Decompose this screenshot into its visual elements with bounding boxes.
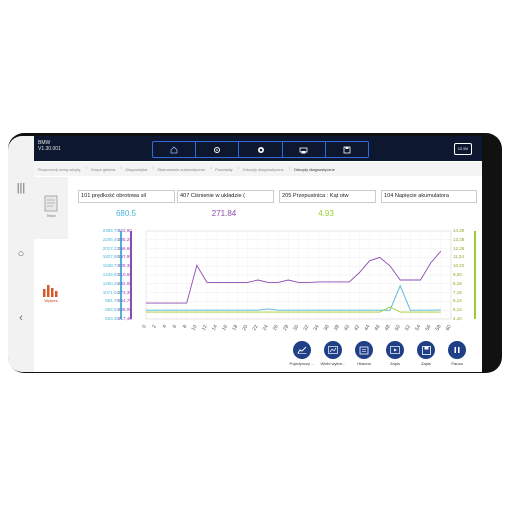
recent-apps-icon[interactable]: |||: [8, 182, 34, 194]
y-tick-right: 5,12: [453, 307, 462, 313]
y-tick-right: 13,28: [453, 236, 465, 242]
y-tick-left1: 881,78: [105, 298, 119, 304]
x-tick-label: 12: [201, 324, 209, 332]
x-tick-label: 56: [424, 324, 432, 332]
x-tick-label: 20: [241, 324, 249, 332]
y-tick-left2: 236,05: [118, 307, 132, 313]
x-tick-label: 28: [282, 324, 290, 332]
y-tick-right: 8,18: [453, 280, 462, 286]
button-label: Historia: [357, 361, 371, 366]
history-icon: [359, 346, 369, 354]
back-icon[interactable]: ‹: [8, 312, 34, 324]
y-tick-right: 12,26: [453, 245, 465, 251]
button-label: Zapis: [421, 361, 431, 366]
y-tick-left1: 1449,50: [102, 272, 119, 277]
y-tick-left1: 1071,02: [102, 289, 119, 295]
y-tick-left1: 1827,98: [102, 254, 119, 260]
button-label: Pojedynczy ...: [289, 361, 315, 366]
pause-icon: [454, 347, 460, 353]
save-data-button[interactable]: Zapis: [409, 341, 443, 366]
y-tick-right: 6,14: [453, 298, 462, 304]
x-tick-label: 16: [221, 324, 229, 332]
y-tick-left2: 347,95: [118, 254, 132, 260]
x-tick-label: 44: [363, 324, 371, 332]
y-tick-left2: 217,40: [118, 316, 132, 321]
x-tick-label: 54: [414, 324, 422, 332]
x-tick-label: 6: [172, 324, 179, 330]
y-tick-left2: 273,35: [118, 289, 132, 295]
record-video-button[interactable]: Zapis: [378, 341, 412, 366]
x-tick-label: 48: [384, 324, 392, 332]
line-chart-icon: [297, 346, 307, 354]
y-tick-left2: 310,65: [118, 272, 132, 277]
x-tick-label: 42: [353, 324, 361, 332]
series-line: [146, 306, 441, 313]
x-tick-label: 24: [262, 324, 270, 332]
x-tick-label: 26: [272, 324, 280, 332]
x-tick-label: 58: [435, 324, 443, 332]
y-tick-left1: 1638,74: [102, 263, 119, 269]
x-tick-label: 50: [394, 324, 402, 332]
pause-button[interactable]: Pauza: [440, 341, 474, 366]
x-tick-label: 18: [231, 324, 239, 332]
y-tick-right: 7,16: [453, 289, 462, 295]
floppy-disk-icon: [421, 345, 431, 355]
y-tick-right: 10,22: [453, 263, 465, 269]
x-tick-label: 36: [323, 324, 331, 332]
y-tick-right: 11,24: [453, 254, 464, 260]
y-tick-left2: 329,30: [118, 263, 132, 269]
x-tick-label: 40: [343, 324, 351, 332]
y-tick-left2: 385,25: [118, 236, 132, 242]
y-tick-left1: 692,54: [105, 307, 119, 313]
x-tick-label: 30: [292, 324, 300, 332]
x-tick-label: 22: [252, 324, 260, 332]
y-tick-left1: 2206,46: [102, 236, 119, 242]
y-tick-left1: 2395,70: [102, 228, 119, 233]
button-label: Wiele wykre...: [320, 361, 346, 366]
y-tick-left2: 403,90: [118, 228, 132, 233]
y-tick-left1: 503,30: [105, 316, 119, 321]
x-tick-label: 52: [404, 324, 412, 332]
y-tick-left2: 292,00: [118, 280, 132, 286]
x-tick-label: 8: [182, 324, 189, 330]
button-label: Zapis: [390, 361, 400, 366]
y-tick-left2: 366,60: [118, 245, 132, 251]
x-tick-label: 10: [191, 324, 199, 332]
x-tick-label: 34: [313, 324, 321, 332]
x-tick-label: 4: [161, 324, 168, 330]
multi-chart-button[interactable]: Wiele wykre...: [316, 341, 350, 366]
button-label: Pauza: [451, 361, 463, 366]
history-button[interactable]: Historia: [347, 341, 381, 366]
home-circle-icon[interactable]: ○: [8, 248, 34, 260]
y-tick-left1: 1260,26: [102, 280, 119, 286]
y-tick-left1: 2017,22: [102, 245, 119, 251]
app-screen: BMW V1.30.001 12.5V Rozpocznij nową wizy…: [34, 136, 482, 372]
video-record-icon: [390, 346, 400, 354]
y-tick-right: 14,30: [453, 228, 465, 233]
multi-chart-icon: [328, 346, 338, 354]
x-tick-label: 2: [151, 324, 158, 330]
x-tick-label: 60: [445, 324, 453, 332]
x-tick-label: 38: [333, 324, 341, 332]
x-tick-label: 14: [211, 324, 219, 332]
y-tick-right: 9,20: [453, 272, 462, 277]
y-tick-right: 4,10: [453, 316, 462, 321]
x-tick-label: 0: [141, 324, 148, 330]
x-tick-label: 32: [302, 324, 310, 332]
x-tick-label: 46: [374, 324, 382, 332]
android-navbar: ||| ○ ‹: [8, 136, 34, 372]
y-tick-left2: 254,70: [118, 298, 132, 304]
single-chart-button[interactable]: Pojedynczy ...: [285, 341, 319, 366]
